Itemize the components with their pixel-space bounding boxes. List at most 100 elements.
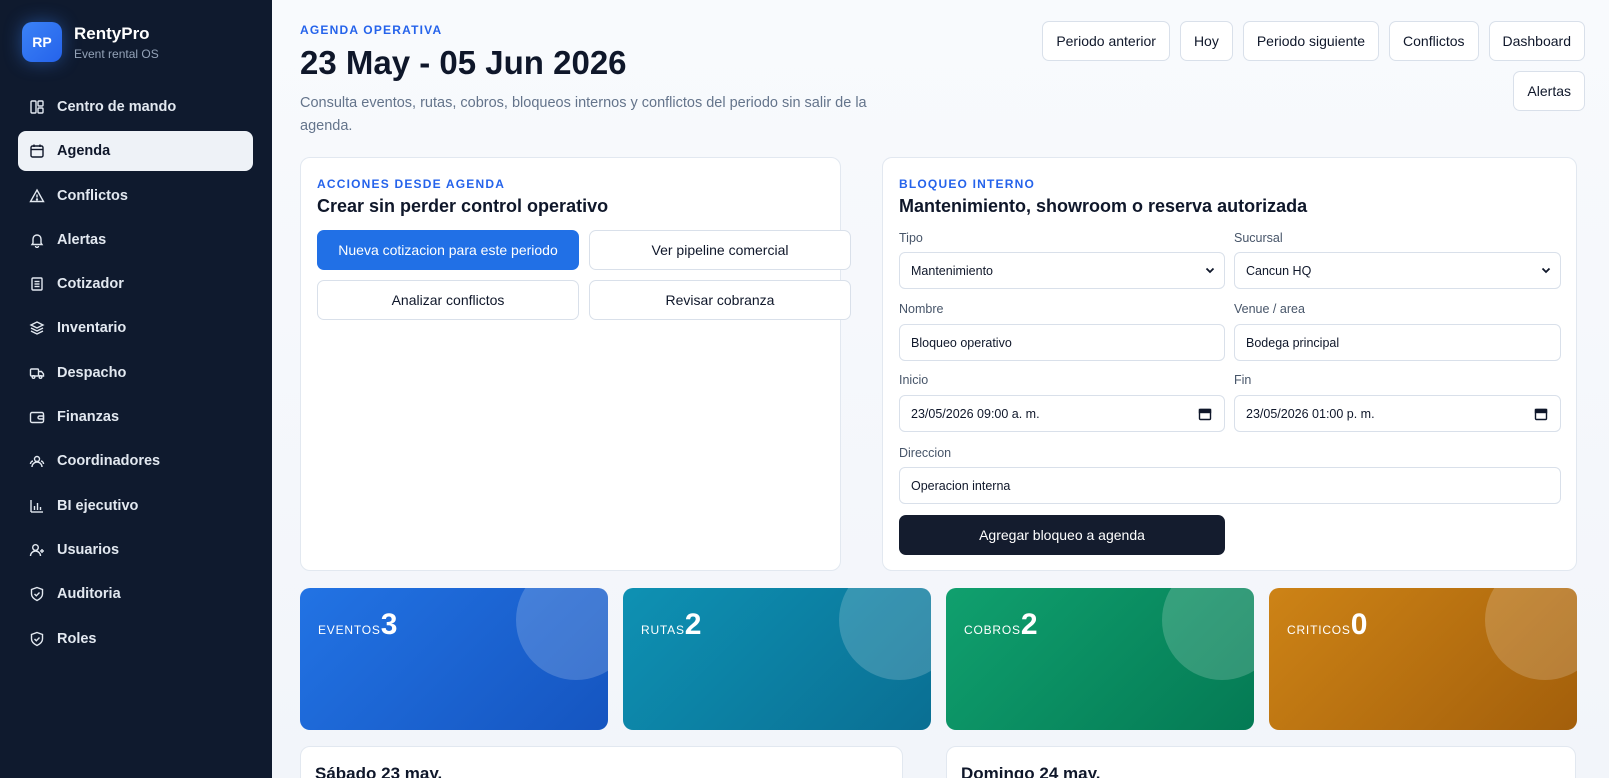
sidebar-item-auditoria[interactable]: Auditoria [18, 574, 253, 614]
conflicts-button[interactable]: Conflictos [1389, 21, 1479, 61]
sidebar-item-despacho[interactable]: Despacho [18, 353, 253, 393]
alerts-button[interactable]: Alertas [1513, 71, 1585, 111]
nombre-input[interactable]: Bloqueo operativo [899, 324, 1225, 361]
fin-datetime-input[interactable]: 23/05/2026 01:00 p. m. [1234, 395, 1561, 432]
stat-value: 2 [684, 608, 702, 641]
chevron-down-icon [1541, 267, 1551, 274]
day-card-sunday: Domingo 24 may. [946, 746, 1576, 778]
wallet-icon [29, 409, 45, 425]
direccion-input[interactable]: Operacion interna [899, 467, 1561, 504]
brand[interactable]: RP RentyPro Event rental OS [22, 22, 159, 62]
sidebar-item-label: Inventario [57, 320, 127, 337]
sidebar-item-alertas[interactable]: Alertas [18, 220, 253, 260]
sidebar-item-usuarios[interactable]: Usuarios [18, 530, 253, 570]
new-quote-button[interactable]: Nueva cotizacion para este periodo [317, 230, 579, 270]
sidebar-item-conflictos[interactable]: Conflictos [18, 176, 253, 216]
layers-icon [29, 320, 45, 336]
stat-value: 3 [380, 608, 398, 641]
user-plus-icon [29, 542, 45, 558]
sidebar-item-label: Cotizador [57, 276, 124, 293]
sidebar-item-label: Alertas [57, 231, 107, 248]
chevron-down-icon [1205, 267, 1215, 274]
sidebar-item-label: Finanzas [57, 409, 120, 426]
sidebar-item-agenda[interactable]: Agenda [18, 131, 253, 172]
sidebar-item-bi-ejecutivo[interactable]: BI ejecutivo [18, 486, 253, 526]
sidebar: RP RentyPro Event rental OS Centro de ma… [0, 0, 272, 778]
stat-label: RUTAS [641, 623, 685, 637]
fin-value: 23/05/2026 01:00 p. m. [1246, 406, 1375, 421]
add-block-button[interactable]: Agregar bloqueo a agenda [899, 515, 1225, 555]
direccion-label: Direccion [899, 446, 952, 460]
sidebar-nav: Centro de mando Agenda Conflictos Alerta… [18, 87, 253, 663]
sidebar-item-label: Agenda [57, 143, 111, 160]
header-actions: Periodo anterior Hoy Periodo siguiente C… [1025, 21, 1585, 111]
sidebar-item-coordinadores[interactable]: Coordinadores [18, 441, 253, 481]
sidebar-item-finanzas[interactable]: Finanzas [18, 397, 253, 437]
bell-icon [29, 232, 45, 248]
bar-chart-icon [29, 498, 45, 514]
sucursal-select-value: Cancun HQ [1246, 263, 1312, 278]
stat-value: 2 [1020, 608, 1038, 641]
shield-check-icon [29, 631, 45, 647]
stat-value: 0 [1350, 608, 1368, 641]
page-description: Consulta eventos, rutas, cobros, bloqueo… [300, 95, 867, 134]
tipo-label: Tipo [899, 231, 923, 245]
stat-label: EVENTOS [318, 623, 381, 637]
sucursal-select[interactable]: Cancun HQ [1234, 252, 1561, 289]
stat-card-criticos[interactable]: CRITICOS 0 [1269, 588, 1577, 730]
actions-card-title: Crear sin perder control operativo [317, 196, 609, 216]
sidebar-item-label: Centro de mando [57, 99, 177, 115]
day-card-saturday: Sábado 23 may. [300, 746, 903, 778]
calendar-icon[interactable] [1198, 407, 1212, 421]
tipo-select-value: Mantenimiento [911, 263, 993, 278]
sidebar-item-inventario[interactable]: Inventario [18, 308, 253, 348]
brand-name: RentyPro [74, 23, 150, 43]
stat-card-cobros[interactable]: COBROS 2 [946, 588, 1254, 730]
sidebar-item-label: Auditoria [57, 586, 121, 603]
sidebar-item-centro-de-mando[interactable]: Centro de mando [18, 87, 253, 127]
tipo-select[interactable]: Mantenimiento [899, 252, 1225, 289]
brand-logo: RP [22, 22, 62, 62]
sidebar-item-label: BI ejecutivo [57, 497, 139, 514]
sidebar-item-roles[interactable]: Roles [18, 619, 253, 659]
review-collections-button[interactable]: Revisar cobranza [589, 280, 851, 320]
sidebar-item-label: Roles [57, 630, 97, 647]
page-eyebrow: AGENDA OPERATIVA [300, 23, 443, 37]
inicio-datetime-input[interactable]: 23/05/2026 09:00 a. m. [899, 395, 1225, 432]
internal-block-card: BLOQUEO INTERNO Mantenimiento, showroom … [882, 157, 1577, 571]
inicio-label: Inicio [899, 373, 929, 387]
users-icon [29, 453, 45, 469]
dashboard-button[interactable]: Dashboard [1488, 21, 1585, 61]
today-button[interactable]: Hoy [1179, 21, 1233, 61]
warning-icon [29, 188, 45, 204]
calendar-icon[interactable] [1534, 407, 1548, 421]
sidebar-item-cotizador[interactable]: Cotizador [18, 264, 253, 304]
stat-card-eventos[interactable]: EVENTOS 3 [300, 588, 608, 730]
block-card-title: Mantenimiento, showroom o reserva autori… [899, 196, 1308, 216]
fin-label: Fin [1234, 373, 1252, 387]
block-card-eyebrow: BLOQUEO INTERNO [899, 177, 1036, 191]
day-title: Domingo 24 may. [961, 764, 1101, 778]
day-title: Sábado 23 may. [315, 764, 443, 778]
venue-input[interactable]: Bodega principal [1234, 324, 1561, 361]
main-content: AGENDA OPERATIVA 23 May - 05 Jun 2026 Co… [272, 0, 1609, 778]
stat-card-rutas[interactable]: RUTAS 2 [623, 588, 931, 730]
truck-icon [29, 365, 45, 381]
sucursal-label: Sucursal [1234, 231, 1283, 245]
sidebar-item-label: Conflictos [57, 187, 128, 204]
next-period-button[interactable]: Periodo siguiente [1242, 21, 1380, 61]
venue-label: Venue / area [1234, 302, 1305, 316]
analyze-conflicts-button[interactable]: Analizar conflictos [317, 280, 579, 320]
previous-period-button[interactable]: Periodo anterior [1042, 21, 1170, 61]
shield-check-icon [29, 586, 45, 602]
actions-card: ACCIONES DESDE AGENDA Crear sin perder c… [300, 157, 851, 571]
view-pipeline-button[interactable]: Ver pipeline comercial [589, 230, 851, 270]
dashboard-icon [29, 99, 45, 115]
stat-label: CRITICOS [1287, 623, 1351, 637]
sidebar-item-label: Usuarios [57, 541, 120, 558]
sidebar-item-label: Despacho [57, 364, 127, 381]
calendar-icon [29, 143, 45, 159]
page-title: 23 May - 05 Jun 2026 [300, 44, 627, 81]
sidebar-item-label: Coordinadores [57, 453, 161, 470]
nombre-label: Nombre [899, 302, 944, 316]
